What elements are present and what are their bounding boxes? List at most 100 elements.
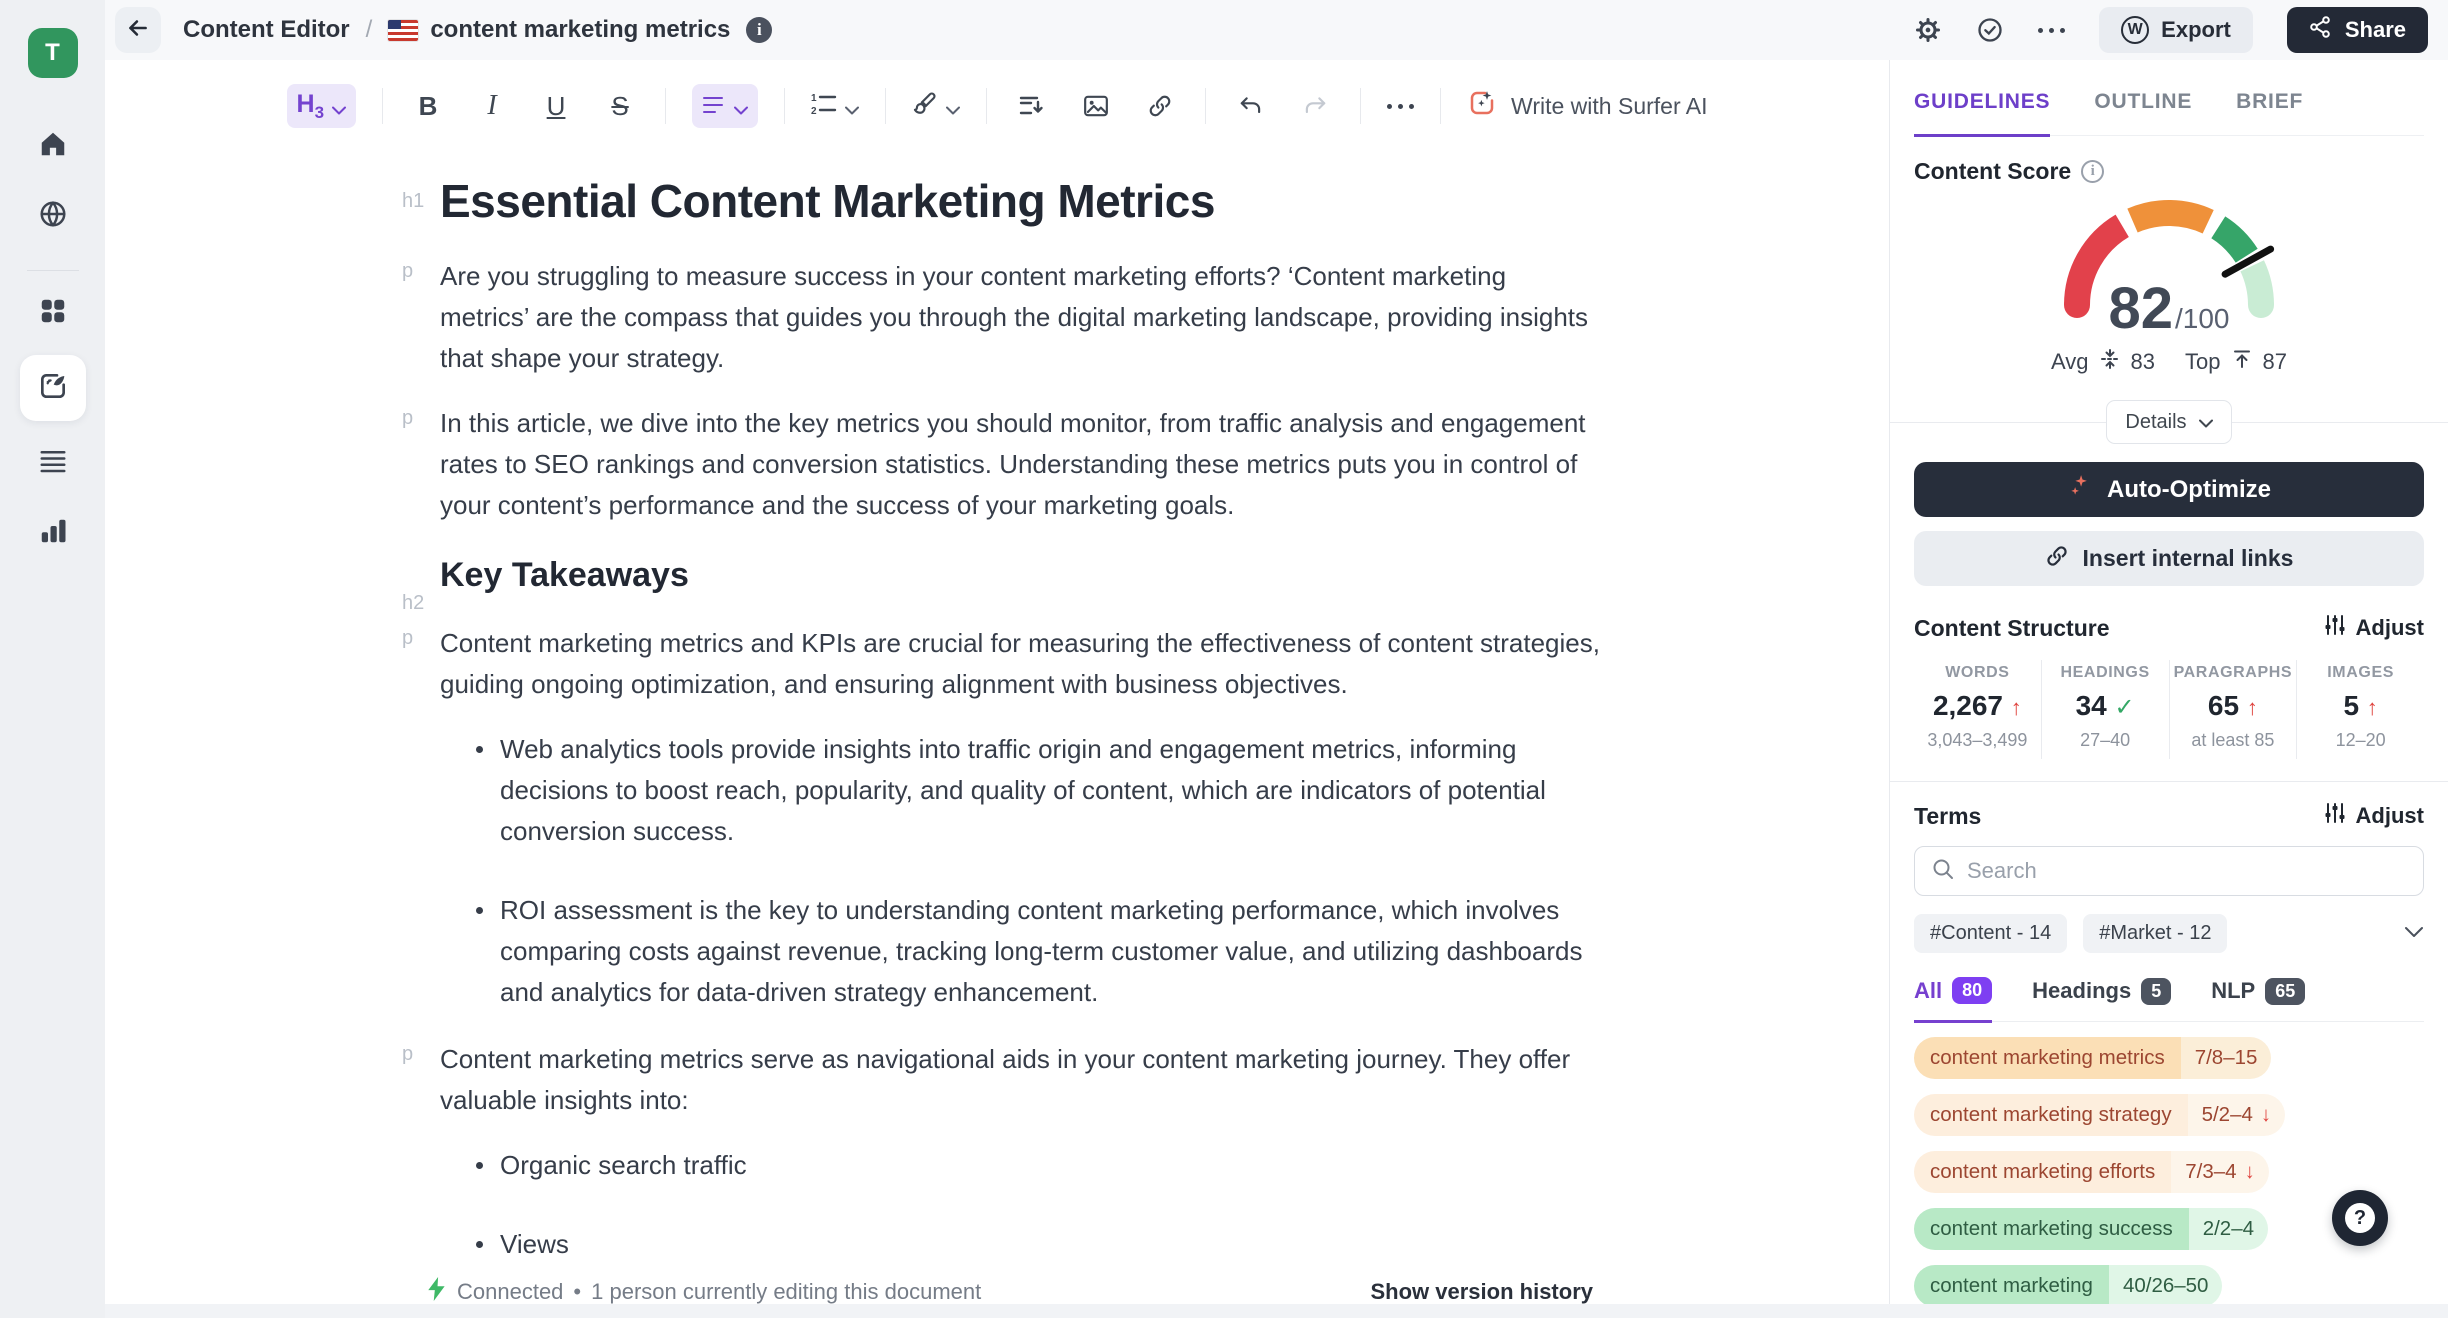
doc-paragraph[interactable]: Are you struggling to measure success in… [440,256,1600,379]
sidebar-item-analytics[interactable] [21,505,85,561]
link-icon[interactable] [1141,84,1179,128]
saved-check-icon[interactable] [1976,16,2004,44]
terms-search-input[interactable] [1967,858,2407,884]
tab-guidelines[interactable]: GUIDELINES [1914,90,2051,137]
auto-optimize-button[interactable]: Auto-Optimize [1914,462,2424,517]
stat-paragraphs: PARAGRAPHS 65 ↑ at least 85 [2168,660,2297,759]
sidebar-item-content-editor[interactable] [19,355,86,421]
breadcrumb-app[interactable]: Content Editor [183,16,350,44]
toolbar-divider [1205,88,1207,124]
sidebar-item-dashboard[interactable] [21,285,85,341]
tab-outline[interactable]: OUTLINE [2094,90,2192,135]
doc-block-p: p Are you struggling to measure success … [402,256,1600,379]
connection-status: Connected [457,1279,564,1304]
highlight-dropdown[interactable] [912,84,961,128]
toolbar-divider [885,88,887,124]
score-max: /100 [2175,303,2230,334]
arrow-up-icon: ↑ [2366,695,2378,720]
toolbar-divider [382,88,384,124]
chevron-down-icon [2198,411,2213,434]
sidebar-item-documents[interactable] [21,435,85,491]
terms-adjust-button[interactable]: Adjust [2324,802,2424,830]
editor-toolbar: H3 B I U S 12 Write with Surfer AI [105,60,1889,152]
count-badge: 5 [2141,977,2172,1005]
sliders-icon [2324,614,2346,642]
avg-label: Avg [2051,349,2089,374]
tab-brief[interactable]: BRIEF [2236,90,2303,135]
expand-filters-chevron-icon[interactable] [2404,925,2424,943]
document-canvas[interactable]: h1 Essential Content Marketing Metrics p… [105,152,1889,1266]
terms-title: Terms [1914,802,1982,829]
adjust-label: Adjust [2355,615,2424,640]
guidelines-panel: GUIDELINES OUTLINE BRIEF Content Score i [1889,60,2448,1318]
italic-button[interactable]: I [473,84,511,128]
question-mark-icon: ? [2345,1203,2375,1233]
share-button[interactable]: Share [2286,7,2428,53]
sidebar-item-home[interactable] [21,118,85,174]
gutter-label: p [402,627,414,649]
ai-sparkle-icon [1467,88,1497,124]
toolbar-divider [1440,88,1442,124]
term-chip[interactable]: content marketing efforts 7/3–4 ↓ [1914,1151,2269,1193]
show-version-history-link[interactable]: Show version history [1371,1279,1594,1305]
doc-heading-2[interactable]: Key Takeaways [440,556,1600,595]
back-button[interactable] [115,7,161,53]
more-options-icon[interactable] [2038,27,2066,33]
align-left-icon [702,91,726,122]
align-dropdown[interactable] [692,84,759,128]
content-score-title: Content Score [1914,158,2072,184]
insert-block-icon[interactable] [1013,84,1051,128]
help-button[interactable]: ? [2332,1190,2388,1246]
terms-tab-nlp[interactable]: NLP 65 [2211,977,2306,1021]
image-icon[interactable] [1077,84,1115,128]
doc-list-item[interactable]: Organic search traffic [476,1145,1600,1186]
top-bar: Content Editor / content marketing metri… [105,0,2448,60]
chevron-down-icon [734,91,749,122]
doc-paragraph[interactable]: In this article, we dive into the key me… [440,403,1600,526]
stat-words: WORDS 2,267 ↑ 3,043–3,499 [1927,664,2028,750]
redo-icon[interactable] [1296,84,1334,128]
workspace-logo[interactable]: T [27,28,78,78]
doc-list-item[interactable]: ROI assessment is the key to understandi… [476,890,1600,1013]
document-info-icon[interactable]: i [746,17,773,43]
settings-gear-icon[interactable] [1914,16,1942,44]
stat-headings: HEADINGS 34 ✓ 27–40 [2040,660,2169,759]
write-with-surfer-ai-button[interactable]: Write with Surfer AI [1467,88,1707,124]
undo-icon[interactable] [1232,84,1270,128]
breadcrumb-separator: / [365,16,373,43]
bar-chart-icon [38,516,68,551]
term-chip[interactable]: content marketing success 2/2–4 [1914,1208,2269,1250]
filter-chip-content[interactable]: #Content - 14 [1914,914,2068,953]
editor-pane: H3 B I U S 12 Write with Surfer AI h1 Es… [105,60,1889,1318]
bold-button[interactable]: B [409,84,447,128]
svg-text:2: 2 [811,106,817,115]
details-dropdown[interactable]: Details [2106,400,2232,444]
terms-tab-headings[interactable]: Headings 5 [2032,977,2172,1021]
filter-chip-market[interactable]: #Market - 12 [2083,914,2228,953]
insert-links-label: Insert internal links [2082,545,2294,571]
export-button[interactable]: W Export [2099,7,2253,53]
chevron-down-icon [332,91,347,122]
underline-button[interactable]: U [537,84,575,128]
sidebar-item-domains[interactable] [21,188,85,244]
insert-internal-links-button[interactable]: Insert internal links [1914,531,2424,586]
connection-bolt-icon [427,1277,447,1307]
doc-list-item[interactable]: Web analytics tools provide insights int… [476,729,1600,852]
doc-paragraph[interactable]: Content marketing metrics serve as navig… [440,1039,1600,1121]
list-dropdown[interactable]: 12 [811,84,860,128]
doc-list-item[interactable]: Views [476,1224,1600,1265]
terms-filter-row: #Content - 14 #Market - 12 [1914,914,2424,953]
term-chip[interactable]: content marketing 40/26–50 [1914,1265,2223,1307]
toolbar-divider [1360,88,1362,124]
strikethrough-button[interactable]: S [601,84,639,128]
doc-heading-1[interactable]: Essential Content Marketing Metrics [440,174,1600,228]
term-chip[interactable]: content marketing strategy 5/2–4 ↓ [1914,1094,2286,1136]
term-chip[interactable]: content marketing metrics 7/8–15 [1914,1037,2272,1079]
content-score-info-icon[interactable]: i [2081,160,2105,183]
doc-paragraph[interactable]: Content marketing metrics and KPIs are c… [440,623,1600,705]
document-title[interactable]: content marketing metrics [430,16,730,44]
terms-tab-all[interactable]: All 80 [1914,977,1993,1023]
heading-style-dropdown[interactable]: H3 [286,84,357,128]
structure-adjust-button[interactable]: Adjust [2324,614,2424,642]
toolbar-more-icon[interactable] [1387,103,1415,109]
